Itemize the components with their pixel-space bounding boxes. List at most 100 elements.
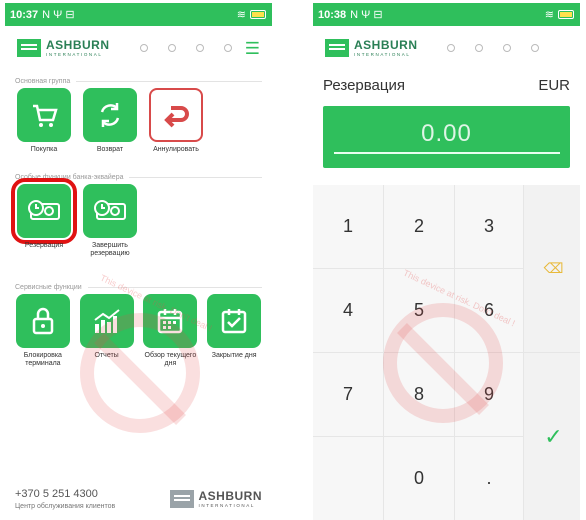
app-header: ASHBURN INTERNATIONAL ☰: [5, 26, 272, 70]
logo-sub: INTERNATIONAL: [46, 51, 103, 57]
logo-mark-icon: [17, 39, 41, 57]
backspace-icon[interactable]: ⌫: [524, 185, 580, 352]
section-main-title: Основная группа: [15, 77, 71, 85]
logo-name: ASHBURN: [46, 37, 110, 52]
tile-purchase[interactable]: Покупка: [11, 88, 77, 166]
tile-close-day[interactable]: Закрытие дня: [202, 294, 266, 372]
app-header: ASHBURN INTERNATIONAL: [313, 26, 580, 70]
tile-label: Возврат: [96, 146, 124, 153]
service-tiles: Блокировка терминала Отчеты Обзор текуще…: [5, 294, 272, 372]
tile-label: Закрытие дня: [211, 352, 257, 359]
amount-underline: [333, 152, 560, 154]
acquirer-tiles: Резервация Завершить резервацию: [5, 178, 272, 276]
page-indicator: [140, 44, 233, 52]
main-menu-screen: 10:37 N Ψ ⊟ ≋ ASHBURN INTERNATIONAL ☰ Ос…: [5, 3, 272, 520]
amount-field[interactable]: 0.00: [323, 106, 570, 168]
section-service-title: Сервисные функции: [15, 283, 82, 291]
menu-icon[interactable]: ☰: [245, 40, 260, 57]
page-dot: [475, 44, 484, 52]
support-phone[interactable]: +370 5 251 4300: [15, 488, 115, 500]
tile-label: Обзор текущего дня: [144, 352, 197, 368]
page-indicator: [447, 44, 540, 52]
logo-mark-icon: [169, 490, 194, 508]
calendar-check-icon: [207, 294, 262, 348]
section-service: Сервисные функции: [5, 280, 272, 294]
key-3[interactable]: 3: [455, 185, 523, 268]
key-6[interactable]: 6: [455, 269, 523, 352]
tile-label: Завершить резервацию: [90, 242, 130, 258]
divider: [129, 176, 262, 178]
tile-complete-reservation[interactable]: Завершить резервацию: [77, 184, 143, 276]
battery-icon: [250, 10, 266, 19]
reservation-screen: 10:38 N Ψ ⊟ ≋ ASHBURN INTERNATIONAL Резе…: [313, 3, 580, 520]
currency-label: EUR: [538, 76, 570, 94]
cash-clock-icon: [83, 184, 137, 238]
tile-label: Отчеты: [94, 352, 119, 359]
logo-sub: INTERNATIONAL: [198, 502, 255, 508]
status-icons: N Ψ ⊟: [42, 9, 75, 21]
key-8[interactable]: 8: [384, 353, 454, 436]
battery-icon: [558, 10, 574, 19]
logo-name: ASHBURN: [354, 37, 418, 52]
numeric-keypad: 1 2 3 ⌫ 4 5 6 7 8 9 ✓ 0 .: [313, 185, 580, 520]
ashburn-logo: ASHBURN INTERNATIONAL: [325, 39, 418, 58]
key-2[interactable]: 2: [384, 185, 454, 268]
tile-refund[interactable]: Возврат: [77, 88, 143, 166]
divider: [76, 80, 262, 82]
tile-reports[interactable]: Отчеты: [75, 294, 139, 372]
tile-cancel[interactable]: Аннулировать: [143, 88, 209, 166]
key-9[interactable]: 9: [455, 353, 523, 436]
status-bar: 10:37 N Ψ ⊟ ≋: [5, 3, 272, 26]
status-time: 10:38: [318, 8, 347, 21]
refresh-icon: [83, 88, 137, 142]
tile-lock-terminal[interactable]: Блокировка терминала: [11, 294, 75, 372]
page-dot: [196, 44, 205, 52]
wifi-icon: ≋: [544, 9, 554, 21]
ashburn-logo: ASHBURN INTERNATIONAL: [17, 39, 110, 58]
logo-sub: INTERNATIONAL: [354, 51, 411, 57]
cart-icon: [17, 88, 71, 142]
page-dot: [503, 44, 512, 52]
section-acquirer: Особые функции банка-эквайера: [5, 170, 272, 184]
key-1[interactable]: 1: [313, 185, 383, 268]
cash-clock-icon: [11, 178, 77, 244]
wifi-icon: ≋: [236, 9, 246, 21]
bar-chart-icon: [79, 294, 134, 348]
key-0[interactable]: 0: [384, 437, 454, 520]
status-bar: 10:38 N Ψ ⊟ ≋: [313, 3, 580, 26]
section-main: Основная группа: [5, 74, 272, 88]
tile-label: Блокировка терминала: [23, 352, 62, 368]
page-dot: [140, 44, 149, 52]
page-dot: [531, 44, 540, 52]
page-dot: [447, 44, 456, 52]
status-icons: N Ψ ⊟: [350, 9, 383, 21]
divider: [87, 286, 262, 288]
footer-logo: ASHBURN INTERNATIONAL: [169, 488, 263, 509]
logo-name: ASHBURN: [198, 488, 262, 503]
page-title: Резервация: [323, 76, 405, 94]
key-7[interactable]: 7: [313, 353, 383, 436]
undo-icon: [149, 88, 203, 142]
confirm-check-icon[interactable]: ✓: [524, 353, 580, 520]
tile-label: Аннулировать: [153, 146, 199, 153]
tile-day-overview[interactable]: Обзор текущего дня: [139, 294, 203, 372]
tile-label: Покупка: [30, 146, 58, 153]
support-label: Центр обслуживания клиентов: [15, 503, 116, 510]
key-decimal[interactable]: .: [455, 437, 523, 520]
tile-label: Резервация: [24, 242, 64, 249]
amount-value: 0.00: [421, 120, 472, 147]
page-dot: [224, 44, 233, 52]
page-dot: [168, 44, 177, 52]
logo-mark-icon: [325, 39, 349, 57]
key-5[interactable]: 5: [384, 269, 454, 352]
lock-icon: [15, 294, 70, 348]
status-time: 10:37: [10, 8, 39, 21]
title-row: Резервация EUR: [313, 70, 580, 100]
key-empty: [313, 437, 383, 520]
footer: +370 5 251 4300 Центр обслуживания клиен…: [5, 478, 272, 520]
section-acquirer-title: Особые функции банка-эквайера: [15, 173, 124, 181]
calendar-icon: [143, 294, 198, 348]
key-4[interactable]: 4: [313, 269, 383, 352]
main-tiles: Покупка Возврат Аннулировать: [5, 88, 272, 166]
tile-reservation[interactable]: Резервация: [11, 178, 77, 276]
